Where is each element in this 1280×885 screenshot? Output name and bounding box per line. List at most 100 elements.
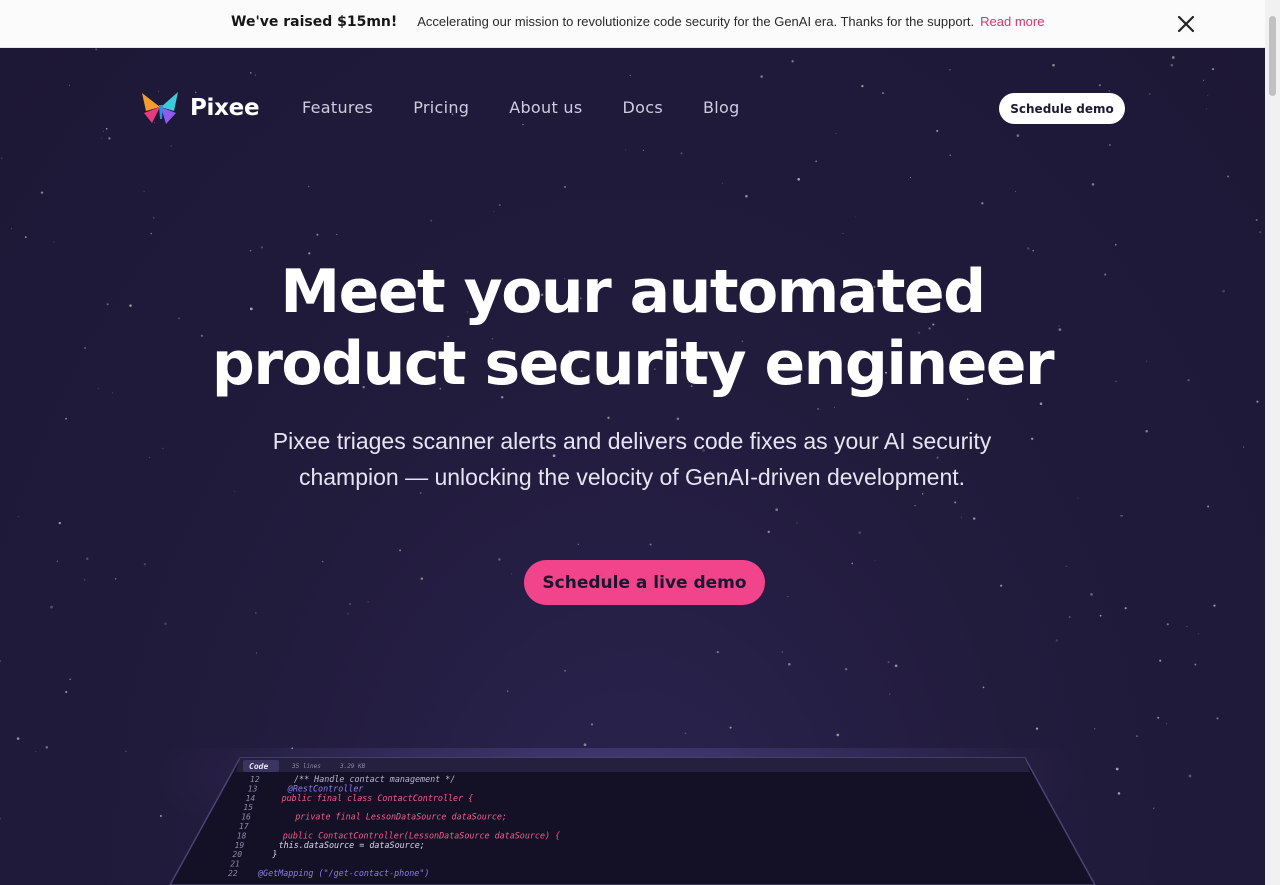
star-dot bbox=[108, 137, 111, 140]
schedule-live-demo-button[interactable]: Schedule a live demo bbox=[524, 560, 765, 605]
star-dot bbox=[684, 732, 687, 735]
star-dot bbox=[40, 191, 44, 194]
star-dot bbox=[164, 622, 167, 625]
code-line-text: this.dataSource = dataSource; bbox=[279, 840, 425, 850]
star-dot bbox=[260, 246, 264, 249]
code-line-number: 14 bbox=[246, 794, 256, 803]
star-dot bbox=[817, 407, 820, 410]
brand-logo[interactable]: Pixee bbox=[140, 91, 260, 125]
code-line-number: 16 bbox=[241, 813, 251, 822]
nav-link-blog[interactable]: Blog bbox=[703, 98, 740, 117]
star-dot bbox=[1255, 218, 1258, 222]
star-dot bbox=[95, 48, 98, 51]
star-dot bbox=[791, 60, 794, 63]
star-dot bbox=[887, 661, 890, 664]
star-dot bbox=[1157, 716, 1160, 719]
scrollbar-thumb[interactable] bbox=[1269, 16, 1276, 96]
star-dot bbox=[1259, 231, 1262, 234]
star-dot bbox=[1108, 90, 1110, 92]
star-dot bbox=[858, 531, 862, 535]
star-dot bbox=[1014, 190, 1016, 192]
star-dot bbox=[649, 543, 652, 546]
code-line-number: 21 bbox=[230, 860, 240, 869]
star-dot bbox=[1016, 134, 1020, 137]
star-dot bbox=[815, 160, 818, 163]
star-dot bbox=[861, 84, 864, 88]
star-dot bbox=[1026, 247, 1030, 250]
nav-link-pricing[interactable]: Pricing bbox=[413, 98, 469, 117]
star-dot bbox=[767, 530, 770, 534]
star-dot bbox=[1099, 614, 1102, 617]
star-dot bbox=[149, 457, 151, 458]
star-dot bbox=[347, 612, 349, 615]
star-dot bbox=[629, 74, 631, 76]
star-dot bbox=[1068, 616, 1071, 618]
star-dot bbox=[881, 92, 885, 95]
star-dot bbox=[1136, 735, 1138, 737]
star-dot bbox=[430, 219, 433, 222]
read-more-link[interactable]: Read more bbox=[980, 14, 1044, 29]
star-dot bbox=[1077, 497, 1079, 499]
star-dot bbox=[676, 417, 680, 421]
star-dot bbox=[716, 651, 719, 654]
star-dot bbox=[308, 252, 311, 255]
star-dot bbox=[399, 549, 402, 552]
star-dot bbox=[105, 127, 108, 130]
star-dot bbox=[1035, 727, 1039, 730]
star-dot bbox=[781, 651, 783, 653]
editor-meta-lines: 35 lines bbox=[291, 763, 321, 770]
star-dot bbox=[909, 176, 911, 178]
announcement-content: We've raised $15mn! Accelerating our mis… bbox=[231, 14, 1044, 30]
star-dot bbox=[1119, 515, 1122, 517]
star-dot bbox=[336, 233, 338, 236]
main-nav: Features Pricing About us Docs Blog bbox=[302, 98, 740, 117]
code-line-text: private final LessonDataSource dataSourc… bbox=[294, 812, 507, 822]
star-dot bbox=[960, 516, 962, 518]
star-dot bbox=[321, 560, 324, 563]
star-dot bbox=[1000, 584, 1003, 587]
star-dot bbox=[914, 504, 916, 507]
star-dot bbox=[1207, 505, 1210, 508]
star-dot bbox=[796, 522, 798, 524]
star-dot bbox=[65, 690, 68, 694]
star-dot bbox=[101, 138, 102, 140]
star-dot bbox=[1194, 663, 1197, 666]
star-dot bbox=[249, 249, 252, 252]
star-dot bbox=[249, 72, 252, 74]
star-dot bbox=[1213, 604, 1216, 607]
announcement-message: Accelerating our mission to revolutioniz… bbox=[417, 14, 975, 29]
announcement-bar: We've raised $15mn! Accelerating our mis… bbox=[0, 0, 1265, 48]
star-dot bbox=[420, 577, 424, 580]
star-dot bbox=[254, 74, 256, 76]
subtitle-line-2: champion — unlocking the velocity of Gen… bbox=[298, 464, 966, 490]
schedule-demo-button[interactable]: Schedule demo bbox=[999, 93, 1125, 124]
star-dot bbox=[1211, 67, 1215, 71]
star-dot bbox=[833, 406, 835, 408]
brand-name: Pixee bbox=[190, 95, 260, 121]
star-dot bbox=[1090, 593, 1093, 596]
star-dot bbox=[316, 233, 319, 236]
page-scrollbar[interactable] bbox=[1265, 0, 1280, 885]
code-line-number: 15 bbox=[243, 803, 253, 812]
star-dot bbox=[493, 211, 495, 213]
star-dot bbox=[1170, 63, 1174, 67]
star-dot bbox=[894, 664, 898, 668]
close-icon[interactable] bbox=[1175, 13, 1197, 35]
star-dot bbox=[506, 690, 509, 692]
hero-subtitle: Pixee triages scanner alerts and deliver… bbox=[232, 423, 1032, 495]
nav-link-docs[interactable]: Docs bbox=[623, 98, 663, 117]
star-dot bbox=[836, 733, 840, 737]
star-dot bbox=[972, 517, 976, 520]
star-dot bbox=[729, 726, 732, 729]
star-dot bbox=[1039, 402, 1043, 405]
star-dot bbox=[563, 185, 567, 189]
star-dot bbox=[161, 447, 164, 450]
star-dot bbox=[0, 660, 2, 662]
nav-link-features[interactable]: Features bbox=[302, 98, 373, 117]
nav-link-about-us[interactable]: About us bbox=[509, 98, 582, 117]
star-dot bbox=[775, 508, 779, 512]
star-dot bbox=[1166, 623, 1169, 626]
editor-tab-label: Code bbox=[249, 762, 268, 771]
star-dot bbox=[982, 686, 985, 689]
star-dot bbox=[1121, 514, 1123, 517]
